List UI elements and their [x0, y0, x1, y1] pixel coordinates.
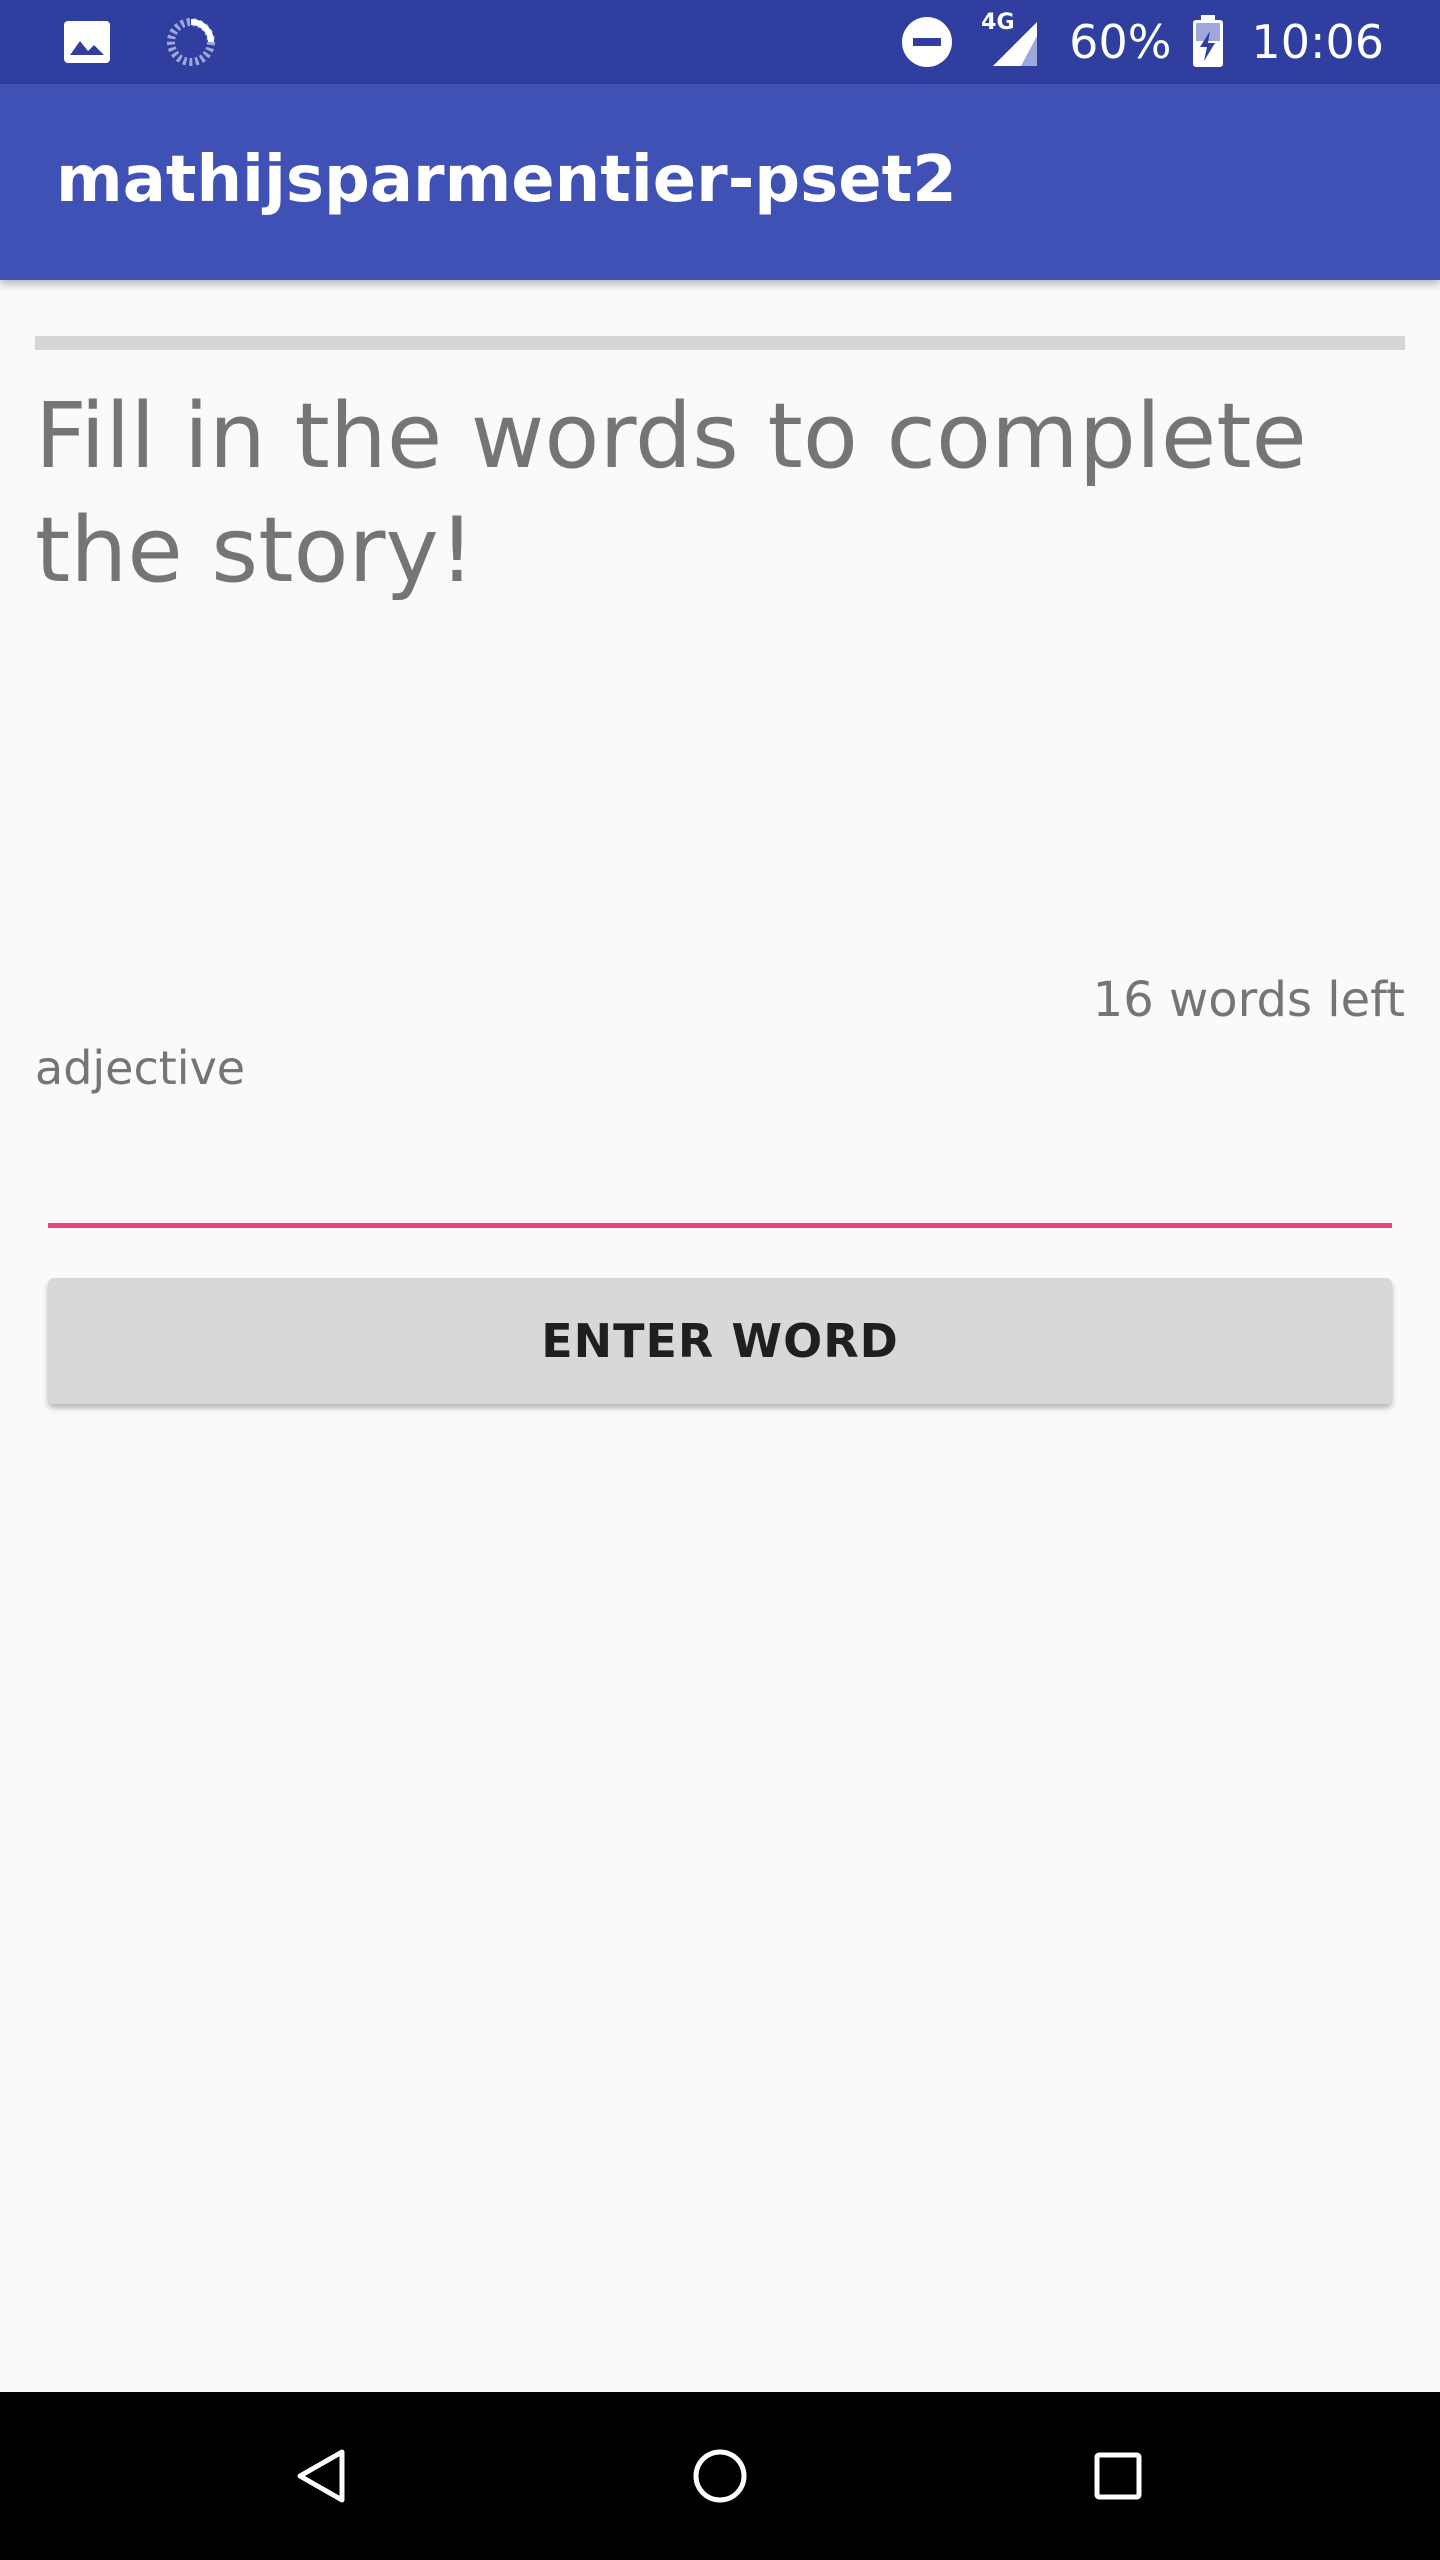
screen: 4G 60% 10:06 mathijsparmentier-pset2 Fil… — [0, 0, 1440, 2560]
home-icon — [693, 2449, 747, 2503]
status-left — [64, 16, 272, 68]
home-button[interactable] — [680, 2436, 760, 2516]
do-not-disturb-icon — [901, 16, 953, 68]
signal-4g-icon: 4G — [981, 10, 1041, 70]
battery-percent: 60% — [1069, 15, 1172, 69]
instructions-heading: Fill in the words to complete the story! — [35, 384, 1307, 603]
recents-button[interactable] — [1078, 2436, 1158, 2516]
recents-icon — [1094, 2452, 1142, 2500]
words-left-counter: 16 words left — [1092, 972, 1405, 1028]
status-bar: 4G 60% 10:06 — [0, 0, 1440, 84]
back-button[interactable] — [282, 2436, 362, 2516]
battery-charging-icon — [1191, 15, 1225, 69]
network-type-label: 4G — [981, 10, 1015, 35]
word-type-hint: adjective — [35, 1041, 246, 1095]
app-title: mathijsparmentier-pset2 — [56, 143, 957, 217]
image-icon — [64, 21, 110, 63]
navigation-bar — [0, 2392, 1440, 2560]
back-icon — [297, 2449, 345, 2503]
app-bar: mathijsparmentier-pset2 — [0, 84, 1440, 280]
status-right: 4G 60% 10:06 — [901, 0, 1384, 84]
sync-icon — [166, 17, 216, 67]
clock: 10:06 — [1251, 15, 1384, 69]
enter-word-button[interactable]: ENTER WORD — [48, 1278, 1392, 1404]
progress-bar — [35, 336, 1405, 350]
word-input[interactable] — [48, 1120, 1392, 1228]
